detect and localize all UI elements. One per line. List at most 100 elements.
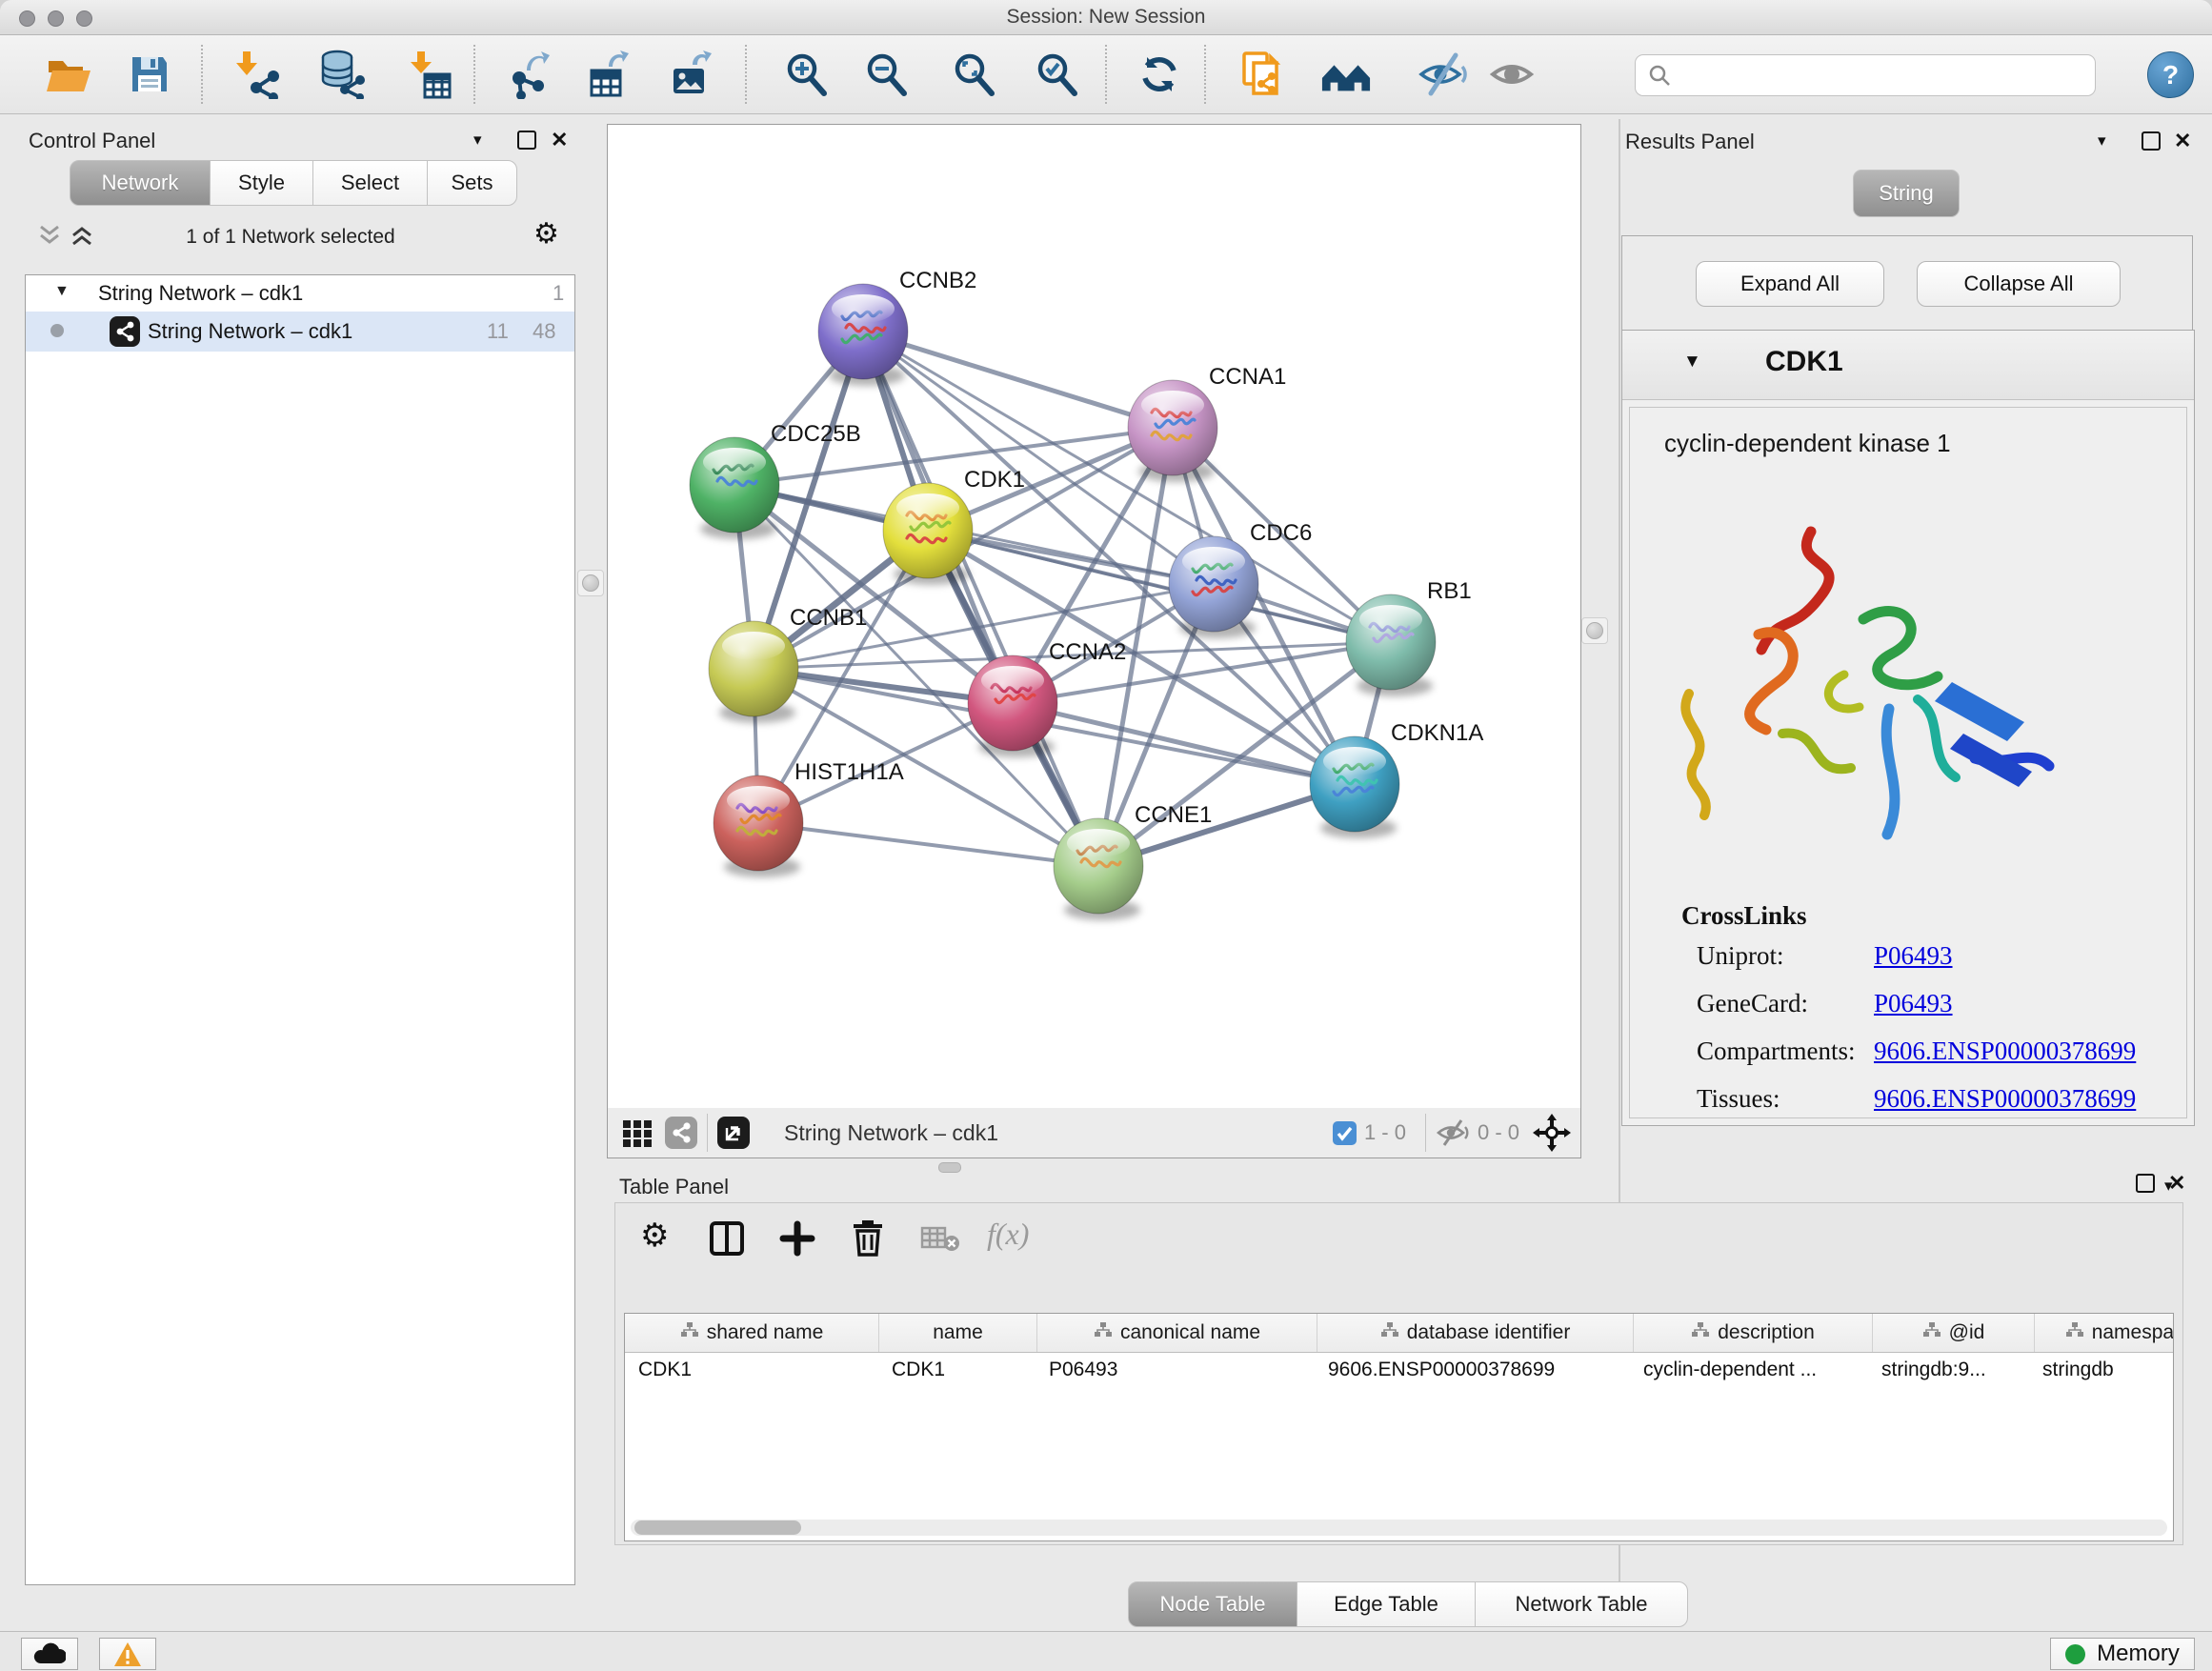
node-CCNB2[interactable]: CCNB2 <box>818 268 976 386</box>
string-network-graph[interactable]: CCNB2CCNA1CDC25BCDK1CDC6RB1CCNB1CCNA2CDK… <box>608 125 1580 1108</box>
tab-network-table[interactable]: Network Table <box>1475 1581 1688 1627</box>
export-table-button[interactable] <box>583 49 634 100</box>
node-attribute-table[interactable]: shared namenamecanonical namedatabase id… <box>624 1313 2174 1541</box>
crosslink-link[interactable]: P06493 <box>1874 941 1953 971</box>
horizontal-scrollbar-thumb[interactable] <box>634 1520 801 1535</box>
node-label-RB1: RB1 <box>1427 578 1472 604</box>
close-panel-icon[interactable]: ✕ <box>2168 1171 2185 1196</box>
tab-sets[interactable]: Sets <box>427 160 517 206</box>
node-CDKN1A[interactable]: CDKN1A <box>1310 720 1483 838</box>
left-splitter-handle[interactable] <box>577 570 604 596</box>
crosslink-link[interactable]: 9606.ENSP00000378699 <box>1874 1037 2136 1066</box>
results-actions-box: Expand All Collapse All <box>1621 235 2193 332</box>
zoom-in-button[interactable] <box>781 49 833 100</box>
tab-network[interactable]: Network <box>70 160 211 206</box>
table-cell[interactable]: CDK1 <box>625 1353 878 1387</box>
network-edges[interactable] <box>734 332 1391 866</box>
string-home-button[interactable] <box>1320 49 1372 100</box>
warnings-button[interactable] <box>99 1638 156 1670</box>
node-CCNA1[interactable]: CCNA1 <box>1128 364 1286 482</box>
tab-edge-table[interactable]: Edge Table <box>1297 1581 1476 1627</box>
import-network-file-button[interactable] <box>231 49 282 100</box>
tab-select[interactable]: Select <box>312 160 428 206</box>
collapse-entry-icon[interactable]: ▼ <box>1683 352 1701 372</box>
node-card-header[interactable]: ▼ CDK1 <box>1622 331 2194 400</box>
node-description: cyclin-dependent kinase 1 <box>1664 429 1951 458</box>
float-panel-icon[interactable] <box>517 131 536 150</box>
hide-panels-button[interactable] <box>1418 49 1469 100</box>
table-cell[interactable]: stringdb:9... <box>1868 1353 2029 1387</box>
table-cell[interactable]: 9606.ENSP00000378699 <box>1315 1353 1630 1387</box>
column-header-database-identifier[interactable]: database identifier <box>1317 1314 1634 1352</box>
node-RB1[interactable]: RB1 <box>1346 578 1472 696</box>
export-image-button[interactable] <box>665 49 716 100</box>
horizontal-scrollbar-track[interactable] <box>631 1520 2167 1536</box>
network-view-canvas[interactable]: CCNB2CCNA1CDC25BCDK1CDC6RB1CCNB1CCNA2CDK… <box>607 124 1581 1109</box>
zoom-out-button[interactable] <box>861 49 913 100</box>
table-row[interactable]: CDK1CDK1P064939606.ENSP00000378699cyclin… <box>625 1353 2173 1387</box>
network-collection-row[interactable]: ▼ String Network – cdk1 1 <box>26 275 574 312</box>
float-panel-icon[interactable] <box>2136 1174 2155 1193</box>
application-window: Session: New Session <box>0 0 2212 1671</box>
birdseye-navigator-icon[interactable] <box>1533 1114 1571 1152</box>
column-header-canonical-name[interactable]: canonical name <box>1037 1314 1317 1352</box>
column-header-namespace[interactable]: namespace <box>2035 1314 2174 1352</box>
node-HIST1H1A[interactable]: HIST1H1A <box>714 759 904 877</box>
node-label-CDK1: CDK1 <box>964 467 1025 493</box>
column-header--id[interactable]: @id <box>1873 1314 2035 1352</box>
title-bar: Session: New Session <box>0 0 2212 35</box>
column-header-description[interactable]: description <box>1634 1314 1873 1352</box>
node-label-HIST1H1A: HIST1H1A <box>794 759 904 785</box>
zoom-selected-button[interactable] <box>1032 49 1083 100</box>
import-network-database-button[interactable] <box>315 49 367 100</box>
crosslink-link[interactable]: P06493 <box>1874 989 1953 1018</box>
close-panel-icon[interactable]: ✕ <box>2174 129 2191 153</box>
gear-icon[interactable]: ⚙ <box>640 1217 669 1255</box>
network-nodes[interactable]: CCNB2CCNA1CDC25BCDK1CDC6RB1CCNB1CCNA2CDK… <box>690 268 1483 920</box>
memory-button[interactable]: Memory <box>2050 1638 2195 1670</box>
tab-style[interactable]: Style <box>210 160 313 206</box>
crosslink-link[interactable]: 9606.ENSP00000378699 <box>1874 1084 2136 1114</box>
save-session-button[interactable] <box>124 49 175 100</box>
collapse-all-button[interactable]: Collapse All <box>1917 261 2121 307</box>
clone-network-button[interactable] <box>1236 49 1287 100</box>
add-column-icon[interactable] <box>779 1220 815 1257</box>
right-splitter-handle[interactable] <box>1581 617 1608 644</box>
table-cell[interactable]: stringdb <box>2029 1353 2174 1387</box>
search-field[interactable] <box>1635 54 2096 96</box>
table-cell[interactable]: cyclin-dependent ... <box>1630 1353 1868 1387</box>
main-toolbar: ? <box>0 35 2212 114</box>
node-CDC25B[interactable]: CDC25B <box>690 421 861 539</box>
zoom-out-icon <box>862 50 912 99</box>
open-session-button[interactable] <box>42 49 93 100</box>
export-network-button[interactable] <box>505 49 556 100</box>
zoom-fit-button[interactable] <box>949 49 1000 100</box>
grid-view-icon[interactable] <box>621 1117 654 1149</box>
panel-menu-icon[interactable]: ▾ <box>2098 131 2106 151</box>
help-button[interactable]: ? <box>2147 51 2194 98</box>
column-header-name[interactable]: name <box>879 1314 1037 1352</box>
float-panel-icon[interactable] <box>2142 131 2161 151</box>
table-cell[interactable]: P06493 <box>1036 1353 1315 1387</box>
selected-checkbox-icon[interactable] <box>1333 1121 1357 1145</box>
gear-icon[interactable]: ⚙ <box>533 217 559 251</box>
panel-menu-icon[interactable]: ▾ <box>473 131 482 150</box>
close-panel-icon[interactable]: ✕ <box>551 128 568 152</box>
tab-string[interactable]: String <box>1853 170 1960 217</box>
cloud-button[interactable] <box>21 1638 78 1670</box>
tree-expander-icon[interactable]: ▼ <box>54 283 70 300</box>
column-header-shared-name[interactable]: shared name <box>625 1314 879 1352</box>
search-input[interactable] <box>1679 64 2095 88</box>
expand-all-button[interactable]: Expand All <box>1696 261 1884 307</box>
network-row-selected[interactable]: String Network – cdk1 11 48 <box>26 312 574 352</box>
delete-trash-icon[interactable] <box>850 1218 886 1257</box>
refresh-button[interactable] <box>1134 49 1185 100</box>
tab-node-table[interactable]: Node Table <box>1128 1581 1297 1627</box>
eye-button[interactable] <box>1488 49 1539 100</box>
table-cell[interactable]: CDK1 <box>878 1353 1036 1387</box>
split-columns-icon[interactable] <box>709 1220 745 1257</box>
detach-view-icon[interactable] <box>717 1117 750 1149</box>
import-table-button[interactable] <box>403 49 454 100</box>
network-share-icon-gray[interactable] <box>665 1117 697 1149</box>
node-CDC6[interactable]: CDC6 <box>1169 520 1312 638</box>
